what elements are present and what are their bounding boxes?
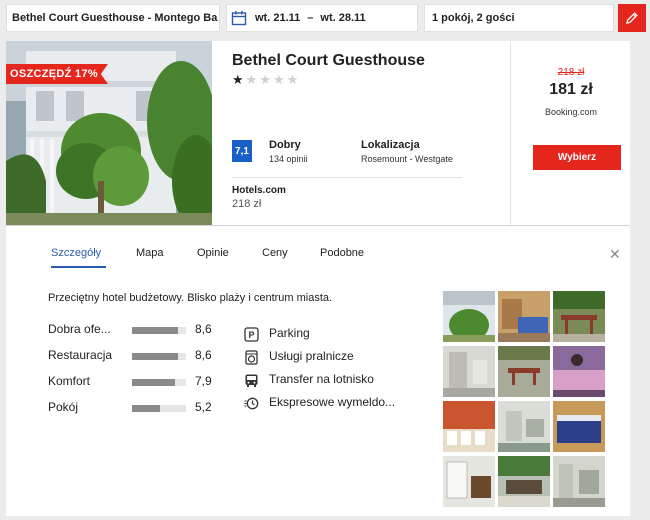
location-value: Rosemount - Westgate bbox=[361, 154, 453, 164]
close-icon[interactable]: ✕ bbox=[609, 246, 621, 263]
dates-field[interactable]: wt. 21.11 – wt. 28.11 bbox=[226, 4, 418, 32]
thumbnail-image bbox=[553, 456, 605, 507]
details-panel: Szczegóły Mapa Opinie Ceny Podobne ✕ Prz… bbox=[6, 226, 630, 516]
date-from: wt. 21.11 bbox=[255, 12, 301, 24]
rating-value: 5,2 bbox=[195, 400, 212, 414]
star-empty-icon: ★ bbox=[245, 72, 260, 87]
savings-badge-text: OSZCZĘDŹ 17% bbox=[10, 68, 98, 80]
tab-prices[interactable]: Ceny bbox=[262, 247, 288, 259]
old-price: 218 zł bbox=[557, 67, 585, 78]
price-provider: Booking.com bbox=[544, 107, 598, 117]
tab-similar[interactable]: Podobne bbox=[320, 247, 364, 259]
tab-reviews[interactable]: Opinie bbox=[197, 247, 229, 259]
destination-value: Bethel Court Guesthouse - Montego Ba bbox=[12, 12, 218, 24]
amenity-label: Usługi pralnicze bbox=[269, 349, 354, 363]
rating-value: 8,6 bbox=[195, 322, 212, 336]
hotel-description: Przeciętny hotel budżetowy. Blisko plaży… bbox=[48, 292, 333, 304]
gallery-thumbnail[interactable] bbox=[498, 346, 550, 397]
gallery-thumbnail[interactable] bbox=[498, 291, 550, 342]
rating-label: Pokój bbox=[48, 400, 79, 414]
parking-icon: P bbox=[244, 327, 259, 342]
gallery-thumbnail[interactable] bbox=[498, 401, 550, 452]
choose-button[interactable]: Wybierz bbox=[533, 145, 621, 170]
thumbnail-image bbox=[498, 291, 550, 342]
rating-bar bbox=[132, 327, 186, 334]
savings-badge: OSZCZĘDŹ 17% bbox=[6, 64, 108, 84]
search-bar: Bethel Court Guesthouse - Montego Ba wt.… bbox=[0, 0, 650, 38]
thumbnail-image bbox=[443, 456, 495, 507]
score-word: Dobry bbox=[269, 139, 301, 151]
rating-bar-fill bbox=[132, 327, 179, 334]
score-badge: 7,1 bbox=[232, 140, 252, 162]
gallery-thumbnail[interactable] bbox=[553, 401, 605, 452]
thumbnail-image bbox=[498, 456, 550, 507]
gallery-thumbnail[interactable] bbox=[553, 291, 605, 342]
guests-field[interactable]: 1 pokój, 2 gości bbox=[424, 4, 614, 32]
active-tab-indicator bbox=[51, 266, 106, 268]
hotel-name[interactable]: Bethel Court Guesthouse bbox=[232, 52, 425, 70]
star-empty-icon: ★ bbox=[259, 72, 273, 87]
thumbnail-image bbox=[498, 401, 550, 452]
rating-label: Restauracja bbox=[48, 348, 113, 362]
pencil-icon bbox=[626, 12, 638, 24]
amenity-label: Parking bbox=[269, 326, 310, 340]
review-count[interactable]: 134 opinii bbox=[269, 154, 308, 164]
svg-text:P: P bbox=[248, 330, 254, 340]
current-price: 181 zł bbox=[549, 81, 593, 98]
tab-map[interactable]: Mapa bbox=[136, 247, 164, 259]
hotel-photo[interactable]: OSZCZĘDŹ 17% bbox=[6, 41, 212, 225]
hotel-card: OSZCZĘDŹ 17% Bethel Court Guesthouse ★★★… bbox=[6, 41, 630, 226]
edit-search-button[interactable] bbox=[618, 4, 646, 32]
rating-bar bbox=[132, 379, 186, 386]
rating-bar-fill bbox=[132, 379, 175, 386]
thumbnail-image bbox=[443, 346, 495, 397]
thumbnail-image bbox=[498, 346, 550, 397]
rating-bar bbox=[132, 405, 186, 412]
rating-bar bbox=[132, 353, 186, 360]
price-column: 218 zł 181 zł Booking.com Wybierz bbox=[510, 41, 631, 225]
laundry-icon bbox=[245, 350, 258, 365]
gallery-thumbnail[interactable] bbox=[443, 456, 495, 507]
divider bbox=[232, 177, 462, 178]
thumbnail-image bbox=[553, 401, 605, 452]
destination-field[interactable]: Bethel Court Guesthouse - Montego Ba bbox=[6, 4, 220, 32]
star-filled-icon: ★ bbox=[232, 72, 246, 87]
gallery-thumbnail[interactable] bbox=[553, 346, 605, 397]
calendar-icon bbox=[231, 11, 247, 26]
rating-bar-fill bbox=[132, 405, 161, 412]
express-checkout-icon bbox=[244, 397, 259, 410]
date-to: wt. 28.11 bbox=[320, 12, 366, 24]
star-empty-icon: ★ bbox=[286, 72, 301, 87]
star-rating: ★★★★★ bbox=[232, 72, 300, 88]
rating-label: Dobra ofe... bbox=[48, 322, 111, 336]
gallery-thumbnail[interactable] bbox=[443, 401, 495, 452]
thumbnail-image bbox=[443, 291, 495, 342]
alt-provider-name[interactable]: Hotels.com bbox=[232, 185, 286, 196]
date-separator: – bbox=[307, 12, 314, 24]
thumbnail-image bbox=[553, 291, 605, 342]
rating-value: 8,6 bbox=[195, 348, 212, 362]
gallery-thumbnail[interactable] bbox=[443, 291, 495, 342]
amenity-label: Ekspresowe wymeldo... bbox=[269, 395, 396, 409]
thumbnail-image bbox=[443, 401, 495, 452]
choose-button-label: Wybierz bbox=[557, 152, 597, 163]
star-empty-icon: ★ bbox=[272, 72, 287, 87]
alt-provider-price[interactable]: 218 zł bbox=[232, 198, 261, 210]
gallery-thumbnail[interactable] bbox=[498, 456, 550, 507]
amenity-label: Transfer na lotnisko bbox=[269, 372, 374, 386]
rating-label: Komfort bbox=[48, 374, 91, 388]
guests-value: 1 pokój, 2 gości bbox=[432, 12, 515, 24]
gallery-thumbnail[interactable] bbox=[443, 346, 495, 397]
location-heading: Lokalizacja bbox=[361, 139, 420, 151]
thumbnail-image bbox=[553, 346, 605, 397]
shuttle-bus-icon bbox=[245, 374, 258, 387]
rating-value: 7,9 bbox=[195, 374, 212, 388]
gallery-thumbnail[interactable] bbox=[553, 456, 605, 507]
tab-details[interactable]: Szczegóły bbox=[51, 247, 101, 259]
rating-bar-fill bbox=[132, 353, 179, 360]
